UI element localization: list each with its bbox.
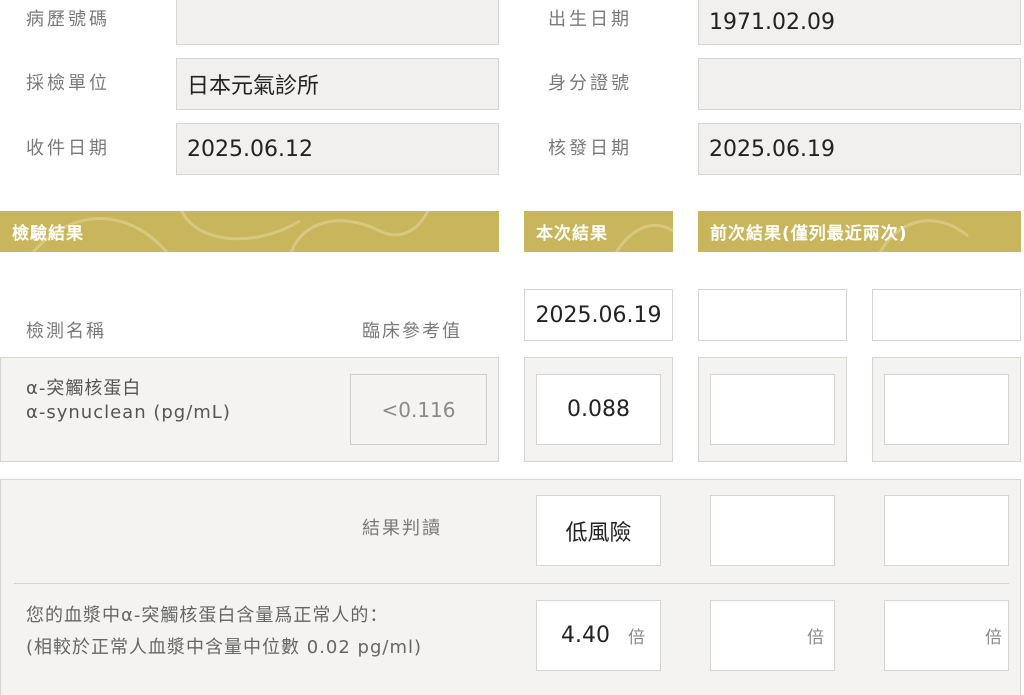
test-name-en: α-synuclean (pg/mL) [26,402,231,423]
ratio-current-unit: 倍 [627,628,645,648]
prev1-date-box [698,289,847,341]
interpretation-current-box: 低風險 [536,495,661,566]
ratio-description-line1: 您的血漿中α-突觸核蛋白含量爲正常人的： [26,605,389,626]
panel-divider [14,583,1009,584]
received-date-field[interactable]: 2025.06.12 [176,123,499,175]
record-no-label: 病歷號碼 [26,9,110,30]
birth-date-label: 出生日期 [548,9,632,30]
test-name-header: 檢測名稱 [26,321,106,342]
previous-band-title: 前次結果(僅列最近兩次) [710,224,908,244]
ratio-description-line2: (相較於正常人血漿中含量中位數 0.02 pg/ml) [26,637,423,658]
reference-header: 臨床參考值 [362,321,462,342]
ratio-current-value: 4.40 [561,623,610,648]
prev2-value-box [884,374,1009,445]
prev2-date-box [872,289,1021,341]
interpretation-prev2-box [884,495,1009,566]
issued-date-field[interactable]: 2025.06.19 [698,123,1021,175]
current-band-title: 本次結果 [536,224,608,244]
results-band: 檢驗結果 [0,211,499,252]
interpretation-panel [0,479,1021,695]
ratio-prev1-unit: 倍 [807,628,824,648]
id-number-field[interactable] [698,58,1021,110]
id-number-label: 身分證號 [548,73,632,94]
reference-value: <0.116 [350,374,487,445]
interpretation-label: 結果判讀 [362,518,442,539]
current-date-box: 2025.06.19 [524,289,673,341]
issued-date-label: 核發日期 [548,138,632,159]
received-date-label: 收件日期 [26,138,110,159]
current-band: 本次結果 [524,211,673,252]
results-band-title: 檢驗結果 [12,224,84,244]
collection-unit-label: 採檢單位 [26,73,110,94]
ratio-prev1-box: 倍 [710,600,835,671]
interpretation-prev1-box [710,495,835,566]
collection-unit-field[interactable]: 日本元氣診所 [176,58,499,110]
record-no-field[interactable] [176,0,499,45]
prev1-value-box [710,374,835,445]
current-value-box: 0.088 [536,374,661,445]
ratio-prev2-unit: 倍 [985,628,1002,648]
birth-date-field[interactable]: 1971.02.09 [698,0,1021,45]
ratio-current-box: 4.40 倍 [536,600,661,671]
ratio-prev2-box: 倍 [884,600,1009,671]
previous-band: 前次結果(僅列最近兩次) [698,211,1021,252]
